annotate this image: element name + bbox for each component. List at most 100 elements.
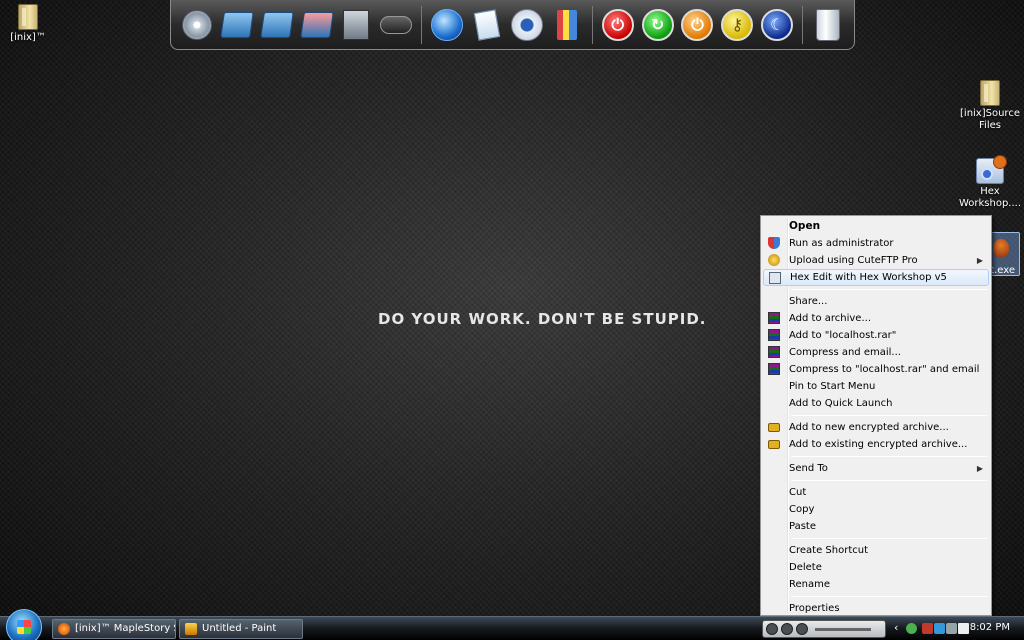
menu-item-label: Add to archive... <box>789 313 871 324</box>
messenger-icon[interactable] <box>906 623 917 634</box>
clock[interactable]: 8:02 PM <box>970 622 1010 633</box>
menu-item-upload-cuteftp[interactable]: Upload using CuteFTP Pro ▶ <box>763 252 989 269</box>
desktop-icon-label: [inix]™ <box>10 32 46 43</box>
menu-separator <box>791 289 987 290</box>
media-player-toolbar <box>762 620 886 638</box>
document-icon[interactable] <box>469 7 505 43</box>
hex-workshop-icon <box>769 272 781 284</box>
menu-item-compress-and-email[interactable]: Compress and email... <box>763 344 989 361</box>
paint-brushes-icon[interactable] <box>549 7 585 43</box>
menu-item-pin-start[interactable]: Pin to Start Menu <box>763 378 989 395</box>
desktop-icon-label: [inix]Source Files <box>960 108 1020 131</box>
taskbar-button-label: Untitled - Paint <box>202 623 277 634</box>
browser-globe-icon[interactable] <box>429 7 465 43</box>
menu-item-cut[interactable]: Cut <box>763 484 989 501</box>
folder-network-icon[interactable] <box>259 7 295 43</box>
menu-item-compress-to-rar-email[interactable]: Compress to "localhost.rar" and email <box>763 361 989 378</box>
menu-item-label: Share... <box>789 296 828 307</box>
menu-item-label: Add to "localhost.rar" <box>789 330 897 341</box>
shutdown-icon[interactable]: ⏻ <box>600 7 636 43</box>
taskbar-button-maplestory[interactable]: [inix]™ MapleStory S... <box>52 619 176 639</box>
dock-separator <box>591 5 593 44</box>
dock-separator <box>421 5 423 44</box>
menu-item-open[interactable]: Open <box>763 218 989 235</box>
gamepad-icon[interactable] <box>378 7 414 43</box>
menu-item-label: Hex Edit with Hex Workshop v5 <box>790 272 947 283</box>
submenu-arrow-icon: ▶ <box>976 464 983 473</box>
menu-item-label: Compress and email... <box>789 347 901 358</box>
network-icon[interactable] <box>934 623 945 634</box>
lock-icon <box>768 423 780 432</box>
dock-separator <box>802 5 804 44</box>
desktop-icon-label: Hex Workshop.... <box>958 186 1022 209</box>
menu-separator <box>791 480 987 481</box>
winrar-icon <box>768 312 780 324</box>
disc-icon[interactable] <box>179 7 215 43</box>
desktop-icon-source-files[interactable]: [inix]Source Files <box>958 80 1022 132</box>
menu-item-add-to-archive[interactable]: Add to archive... <box>763 310 989 327</box>
menu-item-rename[interactable]: Rename <box>763 576 989 593</box>
menu-item-create-shortcut[interactable]: Create Shortcut <box>763 542 989 559</box>
menu-item-properties[interactable]: Properties <box>763 600 989 617</box>
film-icon[interactable] <box>339 7 375 43</box>
pictures-folder-icon[interactable] <box>299 7 335 43</box>
volume-icon[interactable] <box>958 623 969 634</box>
restart-icon[interactable]: ↻ <box>640 7 676 43</box>
desktop-icon-inix-folder[interactable]: [inix]™ <box>0 4 60 44</box>
taskbar: [inix]™ MapleStory S... Untitled - Paint… <box>0 609 1024 640</box>
cuteftp-icon <box>768 254 780 266</box>
paint-icon <box>185 623 197 635</box>
tray-expand-icon[interactable]: ‹ <box>894 621 898 634</box>
firefox-icon <box>58 623 70 635</box>
menu-separator <box>791 596 987 597</box>
music-icon[interactable] <box>509 7 545 43</box>
menu-item-label: Paste <box>789 521 816 532</box>
menu-item-label: Rename <box>789 579 831 590</box>
menu-item-label: Pin to Start Menu <box>789 381 876 392</box>
menu-item-copy[interactable]: Copy <box>763 501 989 518</box>
menu-item-run-as-admin[interactable]: Run as administrator <box>763 235 989 252</box>
volume-slider[interactable] <box>815 628 871 631</box>
submenu-arrow-icon: ▶ <box>976 256 983 265</box>
folder-icon[interactable] <box>219 7 255 43</box>
menu-item-label: Compress to "localhost.rar" and email <box>789 364 980 375</box>
folder-icon <box>18 4 38 30</box>
menu-item-label: Open <box>789 220 821 232</box>
winrar-icon <box>768 346 780 358</box>
logoff-icon[interactable]: ⏻ <box>680 7 716 43</box>
menu-item-existing-encrypted-archive[interactable]: Add to existing encrypted archive... <box>763 436 989 453</box>
folder-icon <box>980 80 1000 106</box>
system-tray: ‹ 8:02 PM <box>890 617 1024 640</box>
menu-item-share[interactable]: Share... <box>763 293 989 310</box>
antivirus-icon[interactable] <box>922 623 933 634</box>
taskbar-button-paint[interactable]: Untitled - Paint <box>179 619 303 639</box>
lock-key-icon[interactable]: ⚷ <box>719 7 755 43</box>
menu-item-label: Add to existing encrypted archive... <box>789 439 968 450</box>
menu-item-label: Cut <box>789 487 807 498</box>
executable-icon <box>993 239 1009 257</box>
start-button[interactable] <box>6 609 42 640</box>
safely-remove-icon[interactable] <box>946 623 957 634</box>
shield-icon <box>768 237 780 249</box>
taskbar-button-label: [inix]™ MapleStory S... <box>75 623 175 634</box>
menu-item-delete[interactable]: Delete <box>763 559 989 576</box>
menu-item-paste[interactable]: Paste <box>763 518 989 535</box>
desktop-icon-hex-workshop[interactable]: Hex Workshop.... <box>958 155 1022 210</box>
sleep-icon[interactable]: ☾ <box>759 7 795 43</box>
menu-item-add-to-localhost-rar[interactable]: Add to "localhost.rar" <box>763 327 989 344</box>
previous-icon[interactable] <box>766 623 778 635</box>
winrar-icon <box>768 329 780 341</box>
pause-icon[interactable] <box>781 623 793 635</box>
next-icon[interactable] <box>796 623 808 635</box>
menu-item-send-to[interactable]: Send To ▶ <box>763 460 989 477</box>
menu-item-label: Run as administrator <box>789 238 894 249</box>
context-menu: Open Run as administrator Upload using C… <box>760 215 992 616</box>
lock-icon <box>768 440 780 449</box>
menu-item-new-encrypted-archive[interactable]: Add to new encrypted archive... <box>763 419 989 436</box>
menu-item-quick-launch[interactable]: Add to Quick Launch <box>763 395 989 412</box>
menu-separator <box>791 415 987 416</box>
menu-item-hex-edit[interactable]: Hex Edit with Hex Workshop v5 <box>763 269 989 286</box>
dock-bar: ⏻ ↻ ⏻ ⚷ ☾ <box>170 0 855 50</box>
hex-workshop-icon <box>976 155 1007 184</box>
recycle-bin-icon[interactable] <box>810 7 846 43</box>
